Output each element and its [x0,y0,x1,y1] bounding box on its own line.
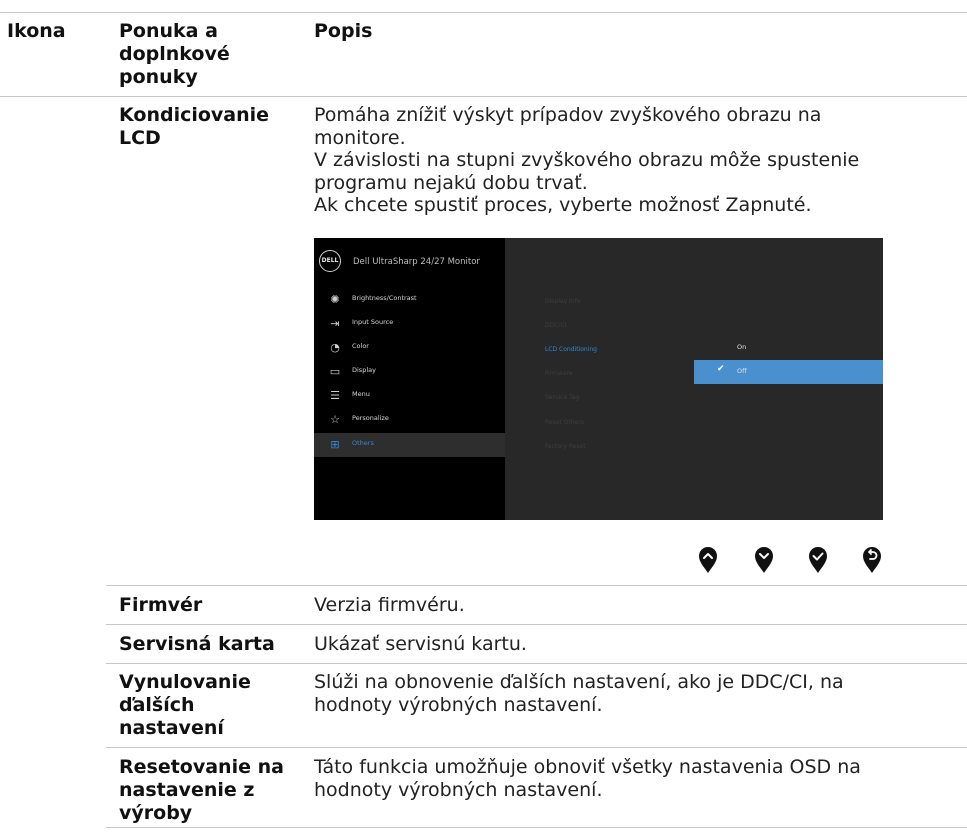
color-palette-icon: ◔ [330,341,340,354]
desc-line: Ak chcete spustiť proces, vyberte možnos… [314,194,812,216]
down-button-icon [755,547,773,573]
osd-menu-label: Brightness/Contrast [352,294,417,302]
menu-icon: ☰ [330,389,340,402]
checkmark-icon: ✔ [717,364,725,374]
osd-model-title: Dell UltraSharp 24/27 Monitor [353,257,480,267]
term-line: nastavení [119,717,224,739]
osd-submenu-lcd-conditioning[interactable]: LCD Conditioning [545,346,597,353]
desc-factory-reset: Táto funkcia umožňuje obnoviť všetky nas… [314,756,861,801]
desc-line: programu nejakú dobu trvať. [314,171,588,194]
osd-menu-screenshot: DELL Dell UltraSharp 24/27 Monitor ✺ Bri… [314,238,883,520]
osd-menu-color[interactable]: ◔ Color [314,336,505,360]
input-source-icon: ⇥ [330,317,340,330]
osd-menu-personalize[interactable]: ☆ Personalize [314,408,505,432]
osd-option-on[interactable]: On [694,336,883,360]
osd-menu-label: Color [352,342,369,350]
desc-line: hodnoty výrobných nastavení. [314,778,603,801]
osd-menu-label: Others [352,439,374,447]
osd-menu-label: Input Source [352,318,394,326]
table-top-rule [0,12,967,13]
desc-line: Pomáha znížiť výskyt prípadov zvyškového… [314,104,822,126]
osd-submenu-reset-others[interactable]: Reset Others [545,419,584,426]
osd-menu-label: Personalize [352,414,389,422]
display-icon: ▭ [329,365,341,378]
term-line: Vynulovanie [119,671,251,693]
desc-lcd-conditioning: Pomáha znížiť výskyt prípadov zvyškového… [314,104,944,217]
term-line: nastavenie z [119,779,255,801]
osd-submenu-factory-reset[interactable]: Factory Reset [545,443,586,450]
row-rule [106,585,967,586]
term-reset-others: Vynulovanie ďalších nastavení [119,671,251,740]
osd-menu-others[interactable]: ⊞ Others [314,433,505,457]
confirm-button-icon [809,547,827,573]
term-line: Resetovanie na [119,756,284,778]
row-rule [106,827,967,828]
desc-firmware: Verzia firmvéru. [314,594,465,616]
back-button-icon [863,547,881,573]
term-factory-reset: Resetovanie na nastavenie z výroby [119,756,284,825]
row-rule [106,663,967,664]
osd-option-label: Off [737,367,747,375]
brightness-icon: ✺ [330,293,340,306]
row-rule [106,624,967,625]
desc-line: Táto funkcia umožňuje obnoviť všetky nas… [314,756,861,778]
term-firmware: Firmvér [119,594,203,616]
desc-line: Slúži na obnovenie ďalších nastavení, ak… [314,671,844,693]
header-rule [0,96,967,97]
osd-submenu-display-info[interactable]: Display Info [545,298,580,305]
desc-service-tag: Ukázať servisnú kartu. [314,633,527,655]
term-line: výroby [119,802,193,824]
desc-line: V závislosti na stupni zvyškového obrazu… [314,149,860,171]
dell-logo-icon: DELL [319,250,341,272]
osd-menu-brightness[interactable]: ✺ Brightness/Contrast [314,288,505,312]
row-rule [106,747,967,748]
osd-submenu-firmware[interactable]: Firmware [545,370,573,377]
desc-reset-others: Slúži na obnovenie ďalších nastavení, ak… [314,671,844,716]
up-button-icon [699,547,717,573]
osd-menu-menu[interactable]: ☰ Menu [314,384,505,408]
osd-submenu-service-tag[interactable]: Service Tag [545,394,579,401]
desc-line: monitore. [314,126,406,149]
term-service-tag: Servisná karta [119,633,275,655]
osd-menu-label: Menu [352,390,370,398]
desc-line: hodnoty výrobných nastavení. [314,693,603,716]
others-icon: ⊞ [330,438,340,451]
osd-menu-display[interactable]: ▭ Display [314,360,505,384]
osd-menu-input-source[interactable]: ⇥ Input Source [314,312,505,336]
header-menu: Ponuka a doplnkové ponuky [119,20,230,88]
osd-menu-label: Display [352,366,376,374]
header-description: Popis [314,20,373,42]
osd-submenu-ddcci[interactable]: DDC/CI [545,322,566,329]
osd-option-label: On [737,343,747,351]
term-lcd-conditioning: Kondiciovanie LCD [119,104,270,149]
osd-option-off[interactable]: ✔ Off [694,360,883,384]
term-line: ďalších [119,694,195,716]
star-icon: ☆ [330,413,340,426]
header-icon: Ikona [7,20,66,42]
